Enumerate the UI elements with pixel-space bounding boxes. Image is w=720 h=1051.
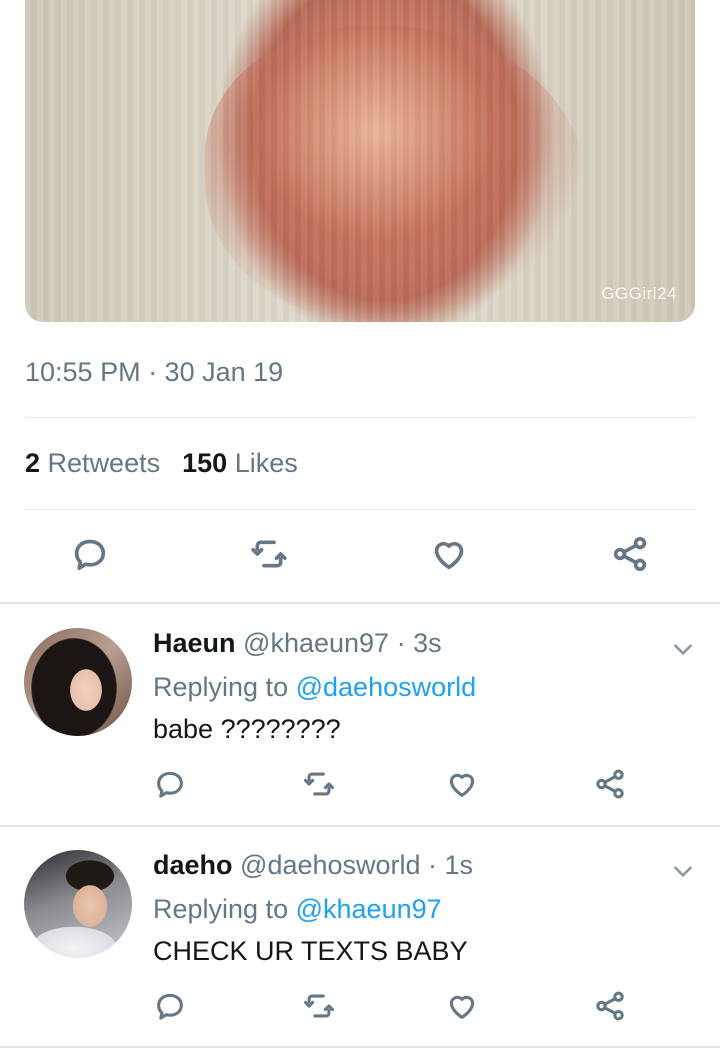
like-button[interactable] (440, 762, 484, 806)
avatar[interactable] (24, 628, 132, 736)
more-options-button[interactable] (668, 856, 698, 886)
share-button[interactable] (588, 762, 632, 806)
retweet-button[interactable] (245, 530, 293, 578)
retweet-icon (303, 994, 335, 1018)
tweet-timestamp: 10:55 PM · 30 Jan 19 (25, 357, 284, 387)
retweets-stat[interactable]: 2 Retweets (25, 448, 160, 478)
media-watermark: GGGirl24 (601, 284, 677, 303)
replying-to-line: Replying to @khaeun97 (153, 894, 442, 925)
likes-stat[interactable]: 150 Likes (182, 448, 298, 478)
handle-and-time: @khaeun97 · 3s (243, 628, 442, 658)
more-options-button[interactable] (668, 634, 698, 664)
retweets-count: 2 (25, 448, 41, 478)
reply-header: daeho @daehosworld · 1s (153, 850, 473, 881)
reply-icon (157, 771, 183, 798)
divider (0, 1046, 720, 1048)
likes-count: 150 (182, 448, 228, 478)
reply-button[interactable] (148, 984, 192, 1028)
like-button[interactable] (425, 530, 473, 578)
retweet-icon (303, 772, 335, 796)
share-icon (596, 991, 624, 1021)
tweet-action-bar (0, 530, 720, 580)
retweet-button[interactable] (297, 984, 341, 1028)
reply-icon (74, 539, 106, 570)
heart-icon (434, 541, 464, 570)
divider (25, 417, 695, 418)
reply-button[interactable] (148, 762, 192, 806)
replying-prefix: Replying to (153, 894, 289, 924)
heart-icon (449, 773, 475, 797)
display-name[interactable]: Haeun (153, 628, 236, 658)
chevron-down-icon (674, 866, 692, 877)
divider (25, 509, 695, 510)
replying-prefix: Replying to (153, 672, 289, 702)
tweet-media-image[interactable]: GGGirl24 (25, 0, 695, 322)
reply-button[interactable] (66, 530, 114, 578)
retweets-label: Retweets (47, 448, 161, 478)
share-icon (613, 537, 647, 571)
reply-text: babe ???????? (153, 714, 341, 744)
share-icon (596, 769, 624, 799)
handle-and-time: @daehosworld · 1s (240, 850, 474, 880)
reply-text: CHECK UR TEXTS BABY (153, 936, 468, 966)
reply-tweet[interactable]: Haeun @khaeun97 · 3s Replying to @daehos… (0, 604, 720, 826)
reply-header: Haeun @khaeun97 · 3s (153, 628, 442, 659)
share-button[interactable] (606, 530, 654, 578)
share-button[interactable] (588, 984, 632, 1028)
avatar[interactable] (24, 850, 132, 958)
reply-icon (157, 993, 183, 1020)
media-subject (205, 26, 585, 322)
mention-link[interactable]: @khaeun97 (296, 894, 442, 924)
retweet-icon (251, 540, 287, 568)
replying-to-line: Replying to @daehosworld (153, 672, 476, 703)
reply-action-bar (0, 984, 720, 1028)
chevron-down-icon (674, 644, 692, 655)
display-name[interactable]: daeho (153, 850, 233, 880)
reply-action-bar (0, 762, 720, 806)
retweet-button[interactable] (297, 762, 341, 806)
mention-link[interactable]: @daehosworld (296, 672, 477, 702)
likes-label: Likes (234, 448, 298, 478)
heart-icon (449, 995, 475, 1019)
like-button[interactable] (440, 984, 484, 1028)
tweet-stats: 2 Retweets 150 Likes (25, 448, 298, 479)
reply-tweet[interactable]: daeho @daehosworld · 1s Replying to @kha… (0, 826, 720, 1048)
